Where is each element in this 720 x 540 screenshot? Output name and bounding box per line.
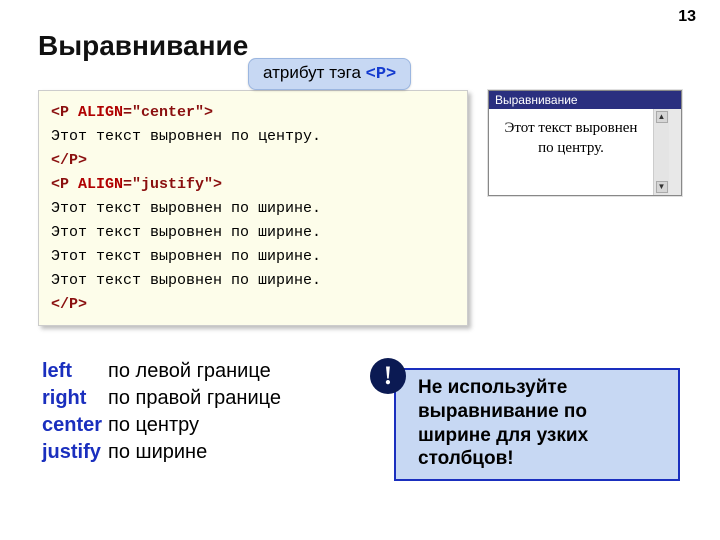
browser-preview: Выравнивание Этот текст выровнен по цент…	[488, 90, 682, 196]
legend-keyword: center	[42, 412, 108, 439]
legend-keyword: right	[42, 385, 108, 412]
legend-row: left по левой границе	[42, 358, 287, 385]
code-tag-rest: ="center">	[123, 104, 213, 121]
code-line: Этот текст выровнен по ширине.	[51, 224, 321, 241]
callout-tag: <P>	[366, 65, 397, 84]
legend-desc: по центру	[108, 412, 287, 439]
code-line: Этот текст выровнен по центру.	[51, 128, 321, 145]
scroll-up-icon[interactable]: ▲	[656, 111, 668, 123]
code-tag-open: <P	[51, 176, 69, 193]
code-tag-rest: ="justify">	[123, 176, 222, 193]
alignment-legend: left по левой границе right по правой гр…	[42, 358, 287, 466]
legend-row: justify по ширине	[42, 439, 287, 466]
legend-row: center по центру	[42, 412, 287, 439]
warning-icon: !	[370, 358, 406, 394]
preview-window-title: Выравнивание	[489, 91, 681, 109]
code-attr: ALIGN	[69, 104, 123, 121]
preview-body: Этот текст выровнен по центру.	[489, 109, 653, 195]
code-tag-open: <P	[51, 104, 69, 121]
page-number: 13	[678, 8, 696, 26]
legend-desc: по правой границе	[108, 385, 287, 412]
scroll-down-icon[interactable]: ▼	[656, 181, 668, 193]
legend-keyword: justify	[42, 439, 108, 466]
preview-scrollbar[interactable]: ▲ ▼	[653, 109, 669, 195]
code-line: Этот текст выровнен по ширине.	[51, 272, 321, 289]
legend-table: left по левой границе right по правой гр…	[42, 358, 287, 466]
callout-label: атрибут тэга <P>	[248, 58, 411, 90]
preview-body-wrap: Этот текст выровнен по центру. ▲ ▼	[489, 109, 681, 195]
code-line: Этот текст выровнен по ширине.	[51, 248, 321, 265]
page-title: Выравнивание	[38, 30, 248, 62]
code-tag-close: </P>	[51, 152, 87, 169]
code-line: Этот текст выровнен по ширине.	[51, 200, 321, 217]
legend-keyword: left	[42, 358, 108, 385]
code-box: <P ALIGN="center"> Этот текст выровнен п…	[38, 90, 468, 326]
warning-box: Не используйте выравнивание по ширине дл…	[394, 368, 680, 481]
code-tag-close: </P>	[51, 296, 87, 313]
callout-text: атрибут тэга	[263, 63, 366, 82]
legend-row: right по правой границе	[42, 385, 287, 412]
legend-desc: по левой границе	[108, 358, 287, 385]
code-attr: ALIGN	[69, 176, 123, 193]
legend-desc: по ширине	[108, 439, 287, 466]
